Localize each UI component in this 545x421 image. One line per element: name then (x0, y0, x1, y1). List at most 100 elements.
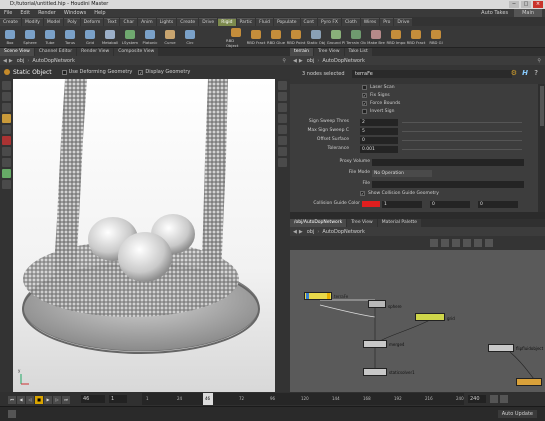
menu-render[interactable]: Render (34, 9, 60, 17)
update-mode-select[interactable]: Auto Update (497, 410, 537, 418)
node-flip-fluid[interactable] (488, 344, 514, 352)
network-name[interactable]: AutoDopNetwork (322, 229, 365, 235)
play-button[interactable]: ▶ (44, 395, 52, 404)
shelf-tab-modify[interactable]: Modify (21, 17, 43, 26)
stop-button[interactable]: ■ (35, 395, 43, 404)
menu-windows[interactable]: Windows (60, 9, 90, 17)
last-frame-button[interactable]: ⏭ (62, 395, 70, 404)
force-bounds-checkbox[interactable]: ✓ (362, 101, 367, 106)
info-icon[interactable]: ? (534, 69, 538, 77)
tab-material-palette[interactable]: Material Palette (377, 219, 422, 227)
view-tool-icon[interactable] (2, 147, 11, 156)
viewer-network[interactable]: AutoDopNetwork (32, 58, 75, 64)
ghost-icon[interactable] (278, 114, 287, 123)
network-editor[interactable]: terraFe sphere grid merge4 staticsolver1… (290, 250, 545, 392)
audio-icon[interactable] (500, 395, 508, 403)
tolerance-slider[interactable] (402, 148, 522, 150)
shelf-tool-platonic[interactable]: Platonic (140, 28, 160, 45)
tab-tree-view[interactable]: Tree View (347, 219, 377, 227)
max-sign-sweep-field[interactable]: 5 (360, 127, 398, 135)
laser-scan-checkbox[interactable] (362, 85, 367, 90)
node-solver-output[interactable] (516, 378, 542, 386)
node-grid[interactable] (415, 313, 445, 321)
options-icon[interactable] (485, 239, 493, 247)
sign-sweep-field[interactable]: 2 (360, 118, 398, 126)
pin-icon[interactable]: ⚲ (537, 58, 541, 64)
shelf-tab-create[interactable]: Create (0, 17, 21, 26)
shelf-tool-lsystem[interactable]: LSystem (120, 28, 140, 45)
back-arrow-icon[interactable]: ◀ (293, 58, 297, 64)
tab-tree-view[interactable]: Tree View (314, 48, 344, 56)
tab-take-list[interactable]: Take List (344, 48, 372, 56)
tab-network-path[interactable]: /obj/AutoDopNetwork (290, 219, 347, 227)
list-icon[interactable] (463, 239, 471, 247)
forward-arrow-icon[interactable]: ▶ (299, 229, 303, 235)
shelf-tab-pro[interactable]: Pro (380, 17, 394, 26)
param-path[interactable]: obj (307, 58, 315, 64)
tab-channel-editor[interactable]: Channel Editor (34, 48, 77, 56)
menu-edit[interactable]: Edit (16, 9, 34, 17)
shelf-tab-deform[interactable]: Deform (80, 17, 104, 26)
tab-scene-view[interactable]: Scene View (0, 48, 34, 56)
shelf-tool-circ[interactable]: Circ (180, 28, 200, 45)
shelf-tool-grid[interactable]: Grid (80, 28, 100, 45)
step-forward-button[interactable]: ▷ (53, 395, 61, 404)
shelf-tool-rbd-glue[interactable]: RBD Glue (266, 28, 286, 45)
guide-color-b[interactable]: 0 (478, 200, 518, 208)
shelf-tab-populate[interactable]: Populate (273, 17, 300, 26)
forward-arrow-icon[interactable]: ▶ (299, 58, 303, 64)
shelf-tab-create[interactable]: Create (177, 17, 199, 26)
proxy-volume-field[interactable] (372, 158, 524, 166)
shelf-tool-tube[interactable]: Tube (40, 28, 60, 45)
shelf-tab-lights[interactable]: Lights (156, 17, 177, 26)
shelf-tool-rbd-fract[interactable]: RBD Fract (246, 28, 266, 45)
file-field[interactable] (372, 180, 524, 188)
shelf-tool-curve[interactable]: Curve (160, 28, 180, 45)
tab-composite-view[interactable]: Composite View (114, 48, 159, 56)
shelf-tab-wires[interactable]: Wires (360, 17, 380, 26)
shelf-tab-poly[interactable]: Poly (64, 17, 80, 26)
show-guide-checkbox[interactable]: ✓ (360, 191, 365, 196)
scale-tool-icon[interactable] (2, 125, 11, 134)
end-frame-field[interactable]: 240 (468, 395, 486, 403)
start-frame-field[interactable]: 1 (109, 395, 127, 403)
shelf-tool-sphere[interactable]: Sphere (20, 28, 40, 45)
grid-icon[interactable] (278, 147, 287, 156)
tab-terrain[interactable]: terrain (290, 48, 314, 56)
menu-file[interactable]: File (0, 9, 16, 17)
close-button[interactable]: × (533, 1, 543, 8)
template-icon[interactable] (278, 125, 287, 134)
minimize-button[interactable]: − (509, 1, 519, 8)
camera-icon[interactable] (278, 103, 287, 112)
fix-signs-checkbox[interactable]: ✓ (362, 93, 367, 98)
invert-sign-checkbox[interactable] (362, 109, 367, 114)
shelf-tool-ground-pl[interactable]: Ground Pl (326, 28, 346, 45)
shelf-tool-rbd-impo[interactable]: RBD Impo (386, 28, 406, 45)
node-sphere[interactable] (368, 300, 386, 308)
shelf-tab-model[interactable]: Model (43, 17, 64, 26)
frame-field[interactable]: 46 (81, 395, 105, 403)
guide-color-swatch[interactable] (362, 201, 380, 207)
viewer-path[interactable]: obj (17, 58, 25, 64)
shelf-tool-rbd-object[interactable]: RBD Object (226, 26, 246, 48)
shading-icon[interactable] (278, 92, 287, 101)
shelf-tab-char[interactable]: Char (120, 17, 138, 26)
shelf-tab-rigid[interactable]: Rigid (218, 17, 236, 26)
paint-tool-icon[interactable] (2, 180, 11, 189)
handle-tool-icon[interactable] (2, 114, 11, 123)
move-tool-icon[interactable] (2, 92, 11, 101)
key-icon[interactable] (490, 395, 498, 403)
param-network[interactable]: AutoDopNetwork (322, 58, 365, 64)
file-mode-select[interactable]: No Operation (372, 169, 432, 177)
shelf-tab-cont[interactable]: Cont (300, 17, 318, 26)
snap-tool-icon[interactable] (2, 158, 11, 167)
shelf-tool-static-obj[interactable]: Static Obj (306, 28, 326, 45)
tolerance-field[interactable]: 0.001 (360, 145, 398, 153)
rotate-tool-icon[interactable] (2, 103, 11, 112)
step-back-button[interactable]: ◀ (17, 395, 25, 404)
shelf-tab-text[interactable]: Text (104, 17, 120, 26)
pose-tool-icon[interactable] (2, 136, 11, 145)
viewport-3d[interactable]: y (13, 79, 275, 392)
shelf-tab-partic[interactable]: Partic (236, 17, 256, 26)
node-static-solver[interactable] (363, 368, 387, 376)
